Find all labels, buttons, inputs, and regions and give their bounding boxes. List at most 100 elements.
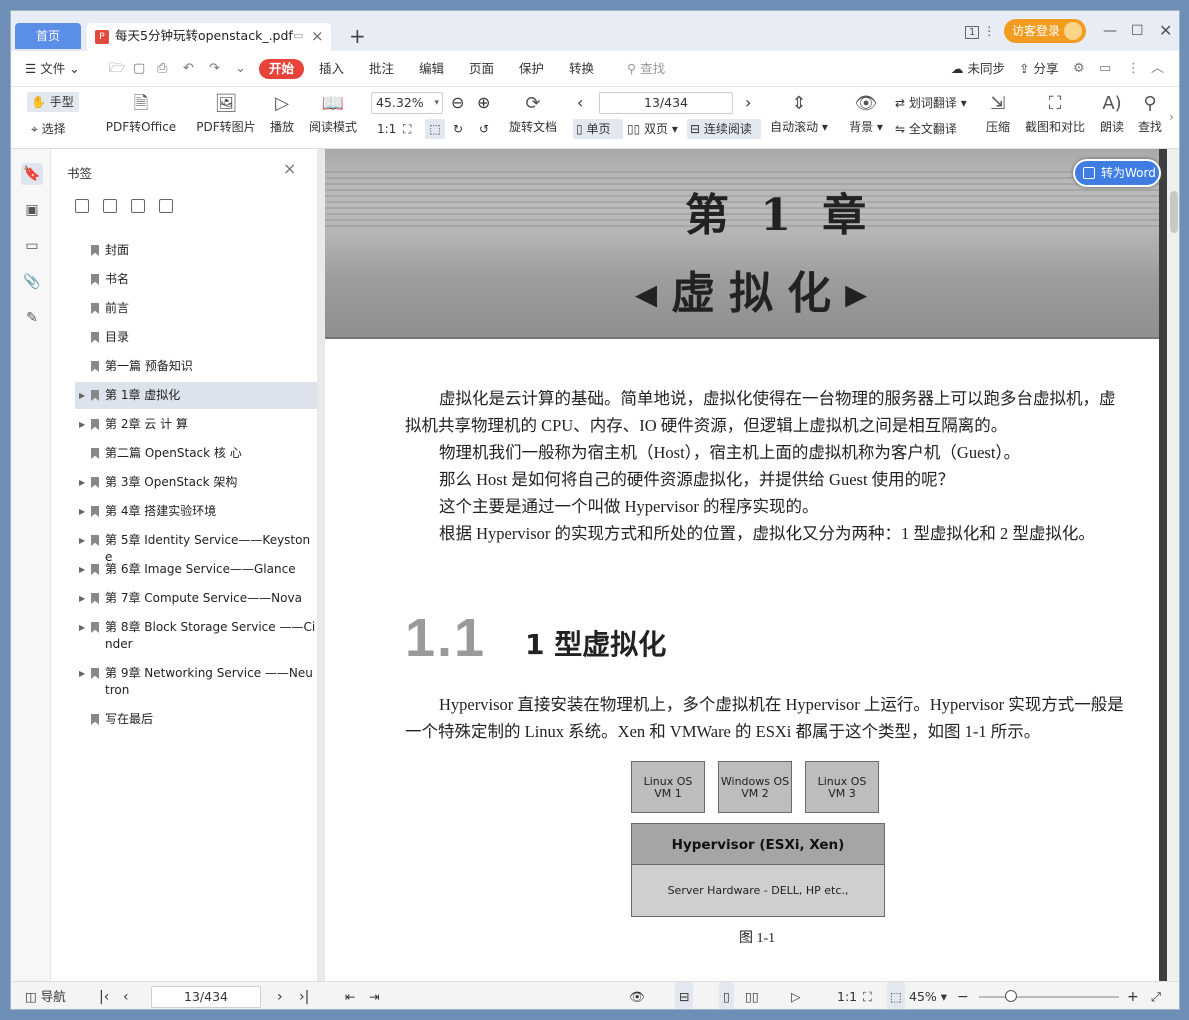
rotate-ccw-icon[interactable]: ↺	[479, 119, 489, 139]
bookmark-item[interactable]: ▶ 第 7章 Compute Service——Nova	[75, 585, 321, 612]
expand-arrow-icon[interactable]: ▶	[79, 532, 85, 549]
menu-edit[interactable]: 编辑	[419, 51, 444, 87]
pdf-to-image-button[interactable]: 🖼 PDF转图片	[195, 89, 257, 135]
undo-icon[interactable]: ↶	[183, 51, 194, 87]
zoom-status[interactable]: 45% ▾	[909, 982, 947, 1009]
sync-status[interactable]: ☁ 未同步	[951, 51, 1005, 87]
bookmark-item[interactable]: 目录	[75, 324, 321, 351]
thumbnail-panel-icon[interactable]: ▣	[21, 199, 43, 221]
scroll-thumb[interactable]	[1170, 191, 1178, 233]
status-page-input[interactable]: 13/434	[151, 986, 261, 1008]
expand-arrow-icon[interactable]: ▶	[79, 474, 85, 491]
share-button[interactable]: ⇪ 分享	[1019, 51, 1058, 87]
bookmark-item[interactable]: 书名	[75, 266, 321, 293]
signature-icon[interactable]: ✎	[21, 307, 43, 329]
expand-arrow-icon[interactable]: ▶	[79, 590, 85, 607]
tab-pin-icon[interactable]: ▭	[293, 23, 303, 49]
more-icon[interactable]: ⋮	[1127, 51, 1140, 87]
search-box[interactable]: ⚲ 查找	[627, 51, 665, 87]
redo-icon[interactable]: ↷	[209, 51, 220, 87]
zoom-out-status-icon[interactable]: −	[957, 982, 969, 1009]
add-bookmark-icon[interactable]	[75, 199, 89, 213]
bookmark-item[interactable]: 第一篇 预备知识	[75, 353, 321, 380]
collapse-ribbon-icon[interactable]: ︿	[1151, 51, 1164, 87]
comment-panel-icon[interactable]: ▭	[21, 235, 43, 257]
menu-annotate[interactable]: 批注	[369, 51, 394, 87]
comment-icon[interactable]: ▭	[1099, 51, 1111, 87]
page-badge-icon[interactable]: 1 ⋮	[965, 11, 995, 51]
convert-to-word-button[interactable]: 转为Word	[1073, 159, 1161, 187]
bookmark-item[interactable]: 前言	[75, 295, 321, 322]
pdf-to-office-button[interactable]: 🗎 PDF转Office	[101, 89, 181, 135]
vertical-scrollbar[interactable]	[1167, 149, 1179, 981]
menu-start[interactable]: 开始	[259, 59, 305, 79]
bookmark-item[interactable]: ▶ 第 6章 Image Service——Glance	[75, 556, 321, 583]
open-icon[interactable]: 🗁	[109, 51, 125, 87]
zoom-slider[interactable]	[979, 990, 1119, 1002]
menu-page[interactable]: 页面	[469, 51, 494, 87]
tab-document[interactable]: P 每天5分钟玩转openstack_.pdf ▭ ×	[87, 23, 331, 51]
last-page-icon[interactable]: ›|	[299, 982, 309, 1009]
bookmark-item[interactable]: ▶ 第 3章 OpenStack 架构	[75, 469, 321, 496]
bookmark-item[interactable]: 第二篇 OpenStack 核 心	[75, 440, 321, 467]
auto-scroll-button[interactable]: ⇕ 自动滚动 ▾	[767, 89, 831, 135]
actual-size-status-icon[interactable]: 1:1	[837, 982, 857, 1009]
zoom-slider-knob[interactable]	[1005, 990, 1017, 1002]
maximize-icon[interactable]: ☐	[1131, 11, 1144, 51]
bookmark-item[interactable]: ▶ 第 5章 Identity Service——Keystone	[75, 527, 321, 564]
rotate-cw-icon[interactable]: ↻	[453, 119, 463, 139]
continuous-read-button[interactable]: ⊟ 连续阅读	[687, 119, 761, 139]
bookmark-item[interactable]: ▶ 第 8章 Block Storage Service ——Cinder	[75, 614, 321, 654]
background-button[interactable]: 👁 背景 ▾	[847, 89, 885, 135]
next-page-icon[interactable]: ›	[745, 93, 751, 113]
expand-bookmark-icon[interactable]	[131, 199, 145, 213]
settings-icon[interactable]: ⚙	[1073, 51, 1085, 87]
save-icon[interactable]: ▢	[133, 51, 145, 87]
menu-convert[interactable]: 转换	[569, 51, 594, 87]
next-page-status-icon[interactable]: ›	[277, 982, 283, 1009]
expand-arrow-icon[interactable]: ▶	[79, 561, 85, 578]
continuous-mode-icon[interactable]: ⊟	[675, 982, 694, 1009]
read-aloud-button[interactable]: A) 朗读	[1097, 89, 1127, 135]
bookmark-item[interactable]: ▶ 第 4章 搭建实验环境	[75, 498, 321, 525]
fit-width-icon[interactable]: ⬚	[425, 119, 445, 139]
fullscreen-icon[interactable]: ⤢	[1151, 982, 1161, 1009]
zoom-select[interactable]: 45.32% ▾	[371, 92, 443, 114]
expand-arrow-icon[interactable]: ▶	[79, 503, 85, 520]
zoom-out-icon[interactable]: ⊖	[451, 93, 464, 113]
menu-insert[interactable]: 插入	[319, 51, 344, 87]
menu-protect[interactable]: 保护	[519, 51, 544, 87]
close-window-icon[interactable]: ✕	[1159, 11, 1172, 51]
bookmark-item[interactable]: ▶ 第 1章 虚拟化	[75, 382, 321, 409]
compress-button[interactable]: ⇲ 压缩	[983, 89, 1013, 135]
eye-mode-icon[interactable]: 👁	[629, 982, 645, 1009]
bookmark-item[interactable]: 写在最后	[75, 706, 321, 733]
back-icon[interactable]: ⇤	[345, 982, 355, 1009]
navigation-toggle[interactable]: ◫ 导航	[25, 982, 66, 1009]
fit-page-status-icon[interactable]: ⛶	[863, 982, 872, 1009]
play-status-icon[interactable]: ▷	[791, 982, 801, 1009]
actual-size-icon[interactable]: 1:1	[377, 119, 396, 139]
screenshot-compare-button[interactable]: ⛶ 截图和对比	[1023, 89, 1087, 135]
hand-tool[interactable]: ✋ 手型	[27, 92, 79, 112]
single-mode-icon[interactable]: ▯	[719, 982, 734, 1009]
file-menu[interactable]: ☰ 文件 ⌄	[25, 51, 80, 87]
read-mode-button[interactable]: 📖 阅读模式	[307, 89, 359, 135]
prev-page-icon[interactable]: ‹	[577, 93, 583, 113]
expand-arrow-icon[interactable]: ▶	[79, 665, 85, 682]
select-tool[interactable]: ⌖ 选择	[31, 119, 66, 139]
document-viewport[interactable]: 第 1 章 ◂虚拟化▸ 虚拟化是云计算的基础。简单地说，虚拟化使得在一台物理的服…	[325, 149, 1179, 981]
single-page-button[interactable]: ▯ 单页	[573, 119, 623, 139]
expand-arrow-icon[interactable]: ▶	[79, 416, 85, 433]
tab-home[interactable]: 首页	[15, 23, 81, 49]
tab-close-icon[interactable]: ×	[311, 23, 324, 49]
panel-splitter[interactable]	[317, 149, 325, 981]
zoom-in-icon[interactable]: ⊕	[477, 93, 490, 113]
bookmark-panel-icon[interactable]: 🔖	[21, 163, 43, 185]
page-number-input[interactable]: 13/434	[599, 92, 733, 114]
double-mode-icon[interactable]: ▯▯	[745, 982, 759, 1009]
full-translate-button[interactable]: ⇋ 全文翻译	[895, 119, 957, 139]
bookmark-item[interactable]: 封面	[75, 237, 321, 264]
first-page-icon[interactable]: |‹	[99, 982, 109, 1009]
zoom-in-status-icon[interactable]: +	[1127, 982, 1139, 1009]
